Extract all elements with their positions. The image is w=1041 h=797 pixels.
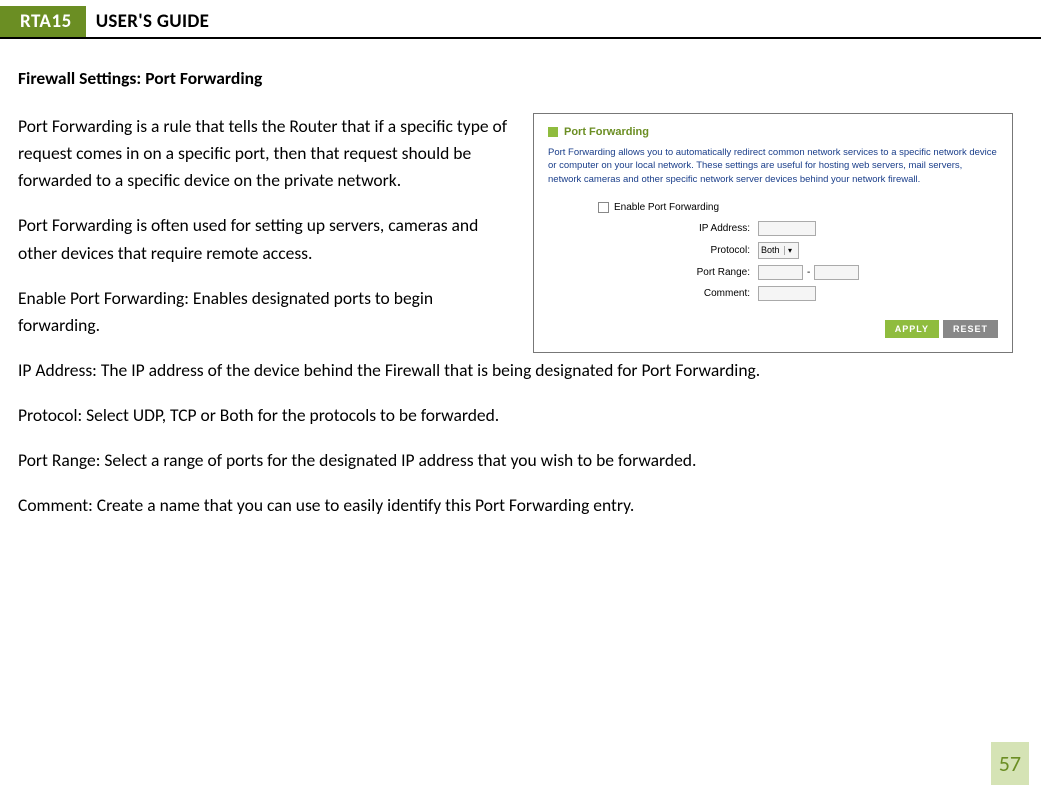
product-badge: RTA15	[0, 6, 86, 37]
paragraph-7: Comment: Create a name that you can use …	[18, 492, 1013, 519]
paragraph-3: Enable Port Forwarding: Enables designat…	[18, 285, 518, 339]
port-range-label: Port Range:	[598, 267, 758, 278]
paragraph-6: Port Range: Select a range of ports for …	[18, 447, 1013, 474]
enable-row: Enable Port Forwarding	[598, 202, 998, 213]
port-to-input[interactable]	[814, 265, 859, 280]
paragraph-2: Port Forwarding is often used for settin…	[18, 212, 518, 266]
pf-heading-text: Port Forwarding	[564, 126, 649, 138]
comment-label: Comment:	[598, 288, 758, 299]
paragraph-5: Protocol: Select UDP, TCP or Both for th…	[18, 402, 1013, 429]
chevron-down-icon: ▾	[784, 246, 796, 255]
enable-label: Enable Port Forwarding	[614, 202, 719, 213]
port-from-input[interactable]	[758, 265, 803, 280]
section-title: Firewall Settings: Port Forwarding	[18, 67, 1013, 89]
page-number: 57	[991, 742, 1029, 785]
enable-checkbox[interactable]	[598, 202, 609, 213]
comment-input[interactable]	[758, 286, 816, 301]
pf-heading: Port Forwarding	[548, 126, 998, 138]
paragraph-1: Port Forwarding is a rule that tells the…	[18, 113, 518, 194]
ip-input[interactable]	[758, 221, 816, 236]
pf-description: Port Forwarding allows you to automatica…	[548, 146, 998, 186]
apply-button[interactable]: APPLY	[885, 320, 939, 338]
protocol-select[interactable]: Both ▾	[758, 242, 799, 259]
header-bar: RTA15 USER'S GUIDE	[0, 6, 1041, 39]
protocol-value: Both	[761, 245, 780, 255]
reset-button[interactable]: RESET	[943, 320, 998, 338]
range-dash: -	[807, 267, 810, 278]
protocol-label: Protocol:	[598, 245, 758, 256]
ip-label: IP Address:	[598, 223, 758, 234]
doc-title: USER'S GUIDE	[86, 6, 209, 37]
square-bullet-icon	[548, 127, 558, 137]
ui-screenshot: Port Forwarding Port Forwarding allows y…	[533, 113, 1013, 353]
paragraph-4: IP Address: The IP address of the device…	[18, 357, 1013, 384]
